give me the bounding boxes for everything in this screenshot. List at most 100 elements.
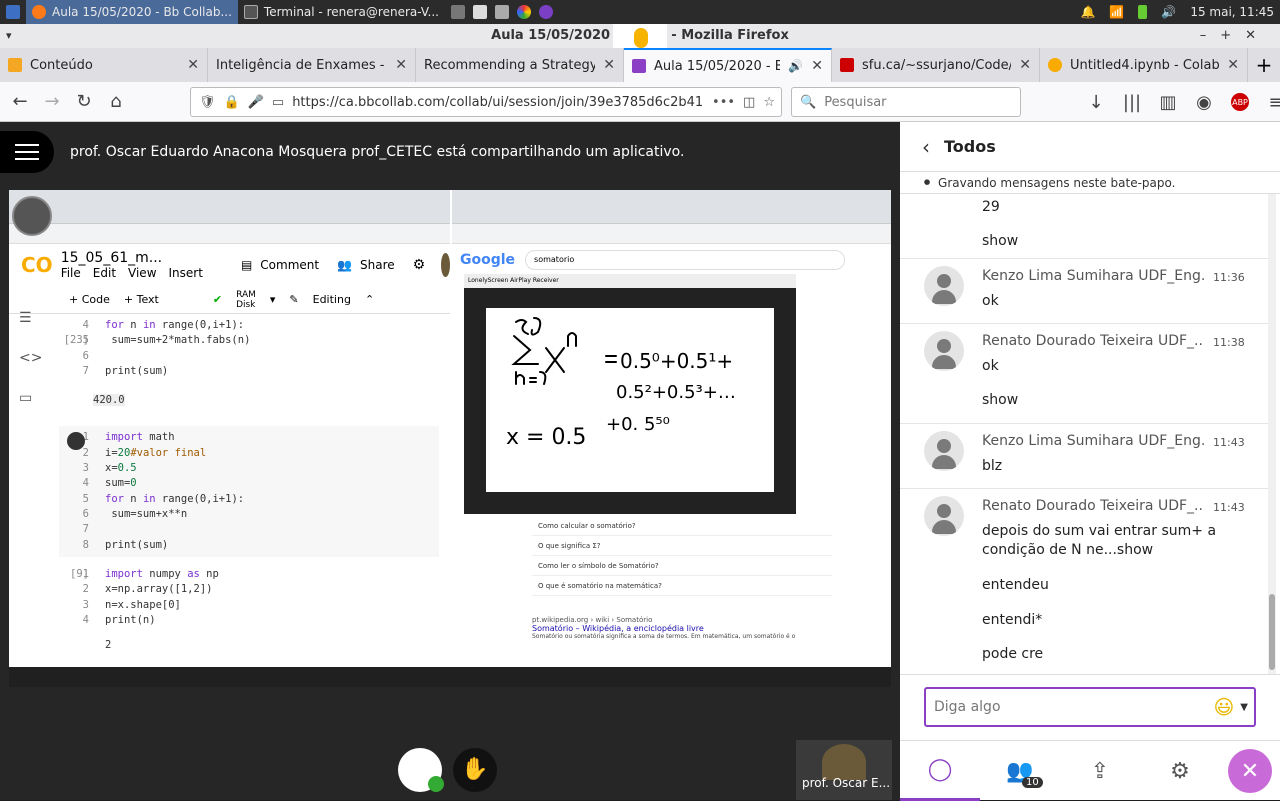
collapse-chevron-icon[interactable]: ⌃	[365, 293, 374, 306]
account-icon[interactable]: ◉	[1188, 86, 1220, 118]
question-item[interactable]: O que é somatório na matemática?	[532, 576, 832, 596]
zoom-icon[interactable]	[12, 196, 52, 236]
speaker-icon[interactable]: 🔊	[788, 59, 803, 73]
tor-icon[interactable]	[538, 5, 553, 19]
back-button[interactable]: ←	[4, 86, 36, 118]
tab-label: Recommending a Strategy - U	[424, 57, 596, 73]
tab-colab[interactable]: Untitled4.ipynb - Colabora ✕	[1040, 48, 1248, 82]
raise-hand-button[interactable]: ✋	[453, 748, 497, 792]
home-button[interactable]: ⌂	[100, 86, 132, 118]
menu-edit[interactable]: Edit	[93, 266, 116, 280]
sidebar-icon[interactable]: ▥	[1152, 86, 1184, 118]
colab-logo: CO	[21, 253, 53, 277]
close-tab-icon[interactable]: ✕	[187, 57, 199, 73]
close-tab-icon[interactable]: ✕	[1227, 57, 1239, 73]
firefox-icon	[32, 5, 46, 19]
shield-icon[interactable]: 🛡	[199, 95, 216, 110]
battery-icon[interactable]	[1138, 5, 1148, 19]
google-query[interactable]: somatorio	[534, 255, 574, 264]
run-cell-button[interactable]	[67, 432, 85, 450]
code-snippets-icon[interactable]: <>	[19, 350, 42, 366]
tab-inteligencia[interactable]: Inteligência de Enxames - Part ✕	[208, 48, 416, 82]
emoji-dropdown-icon[interactable]: ▼	[1240, 702, 1248, 713]
share-content-tab-icon[interactable]: ⇪	[1060, 741, 1140, 801]
google-search-box[interactable]: somatorio	[525, 250, 846, 270]
close-panel-button[interactable]: ✕	[1228, 749, 1272, 793]
close-tab-icon[interactable]: ✕	[603, 57, 615, 73]
question-item[interactable]: O que significa Σ?	[532, 536, 832, 556]
avatar[interactable]	[441, 253, 450, 277]
tab-sfu[interactable]: sfu.ca/~ssurjano/Code/spl ✕	[832, 48, 1040, 82]
task-terminal[interactable]: Terminal - renera@renera-V...	[238, 0, 445, 24]
close-tab-icon[interactable]: ✕	[1019, 57, 1031, 73]
window-menu-icon[interactable]: ▾	[6, 24, 12, 48]
settings-gear-icon[interactable]: ⚙	[413, 257, 426, 273]
library-icon[interactable]: |||	[1116, 86, 1148, 118]
menu-file[interactable]: File	[61, 266, 81, 280]
files-icon[interactable]: ▭	[19, 390, 42, 406]
back-chevron-icon[interactable]: ‹	[922, 135, 930, 159]
wifi-icon[interactable]: 📶	[1109, 5, 1124, 19]
lock-icon[interactable]: 🔒	[224, 95, 240, 110]
task-firefox[interactable]: Aula 15/05/2020 - Bb Collab...	[26, 0, 238, 24]
menu-insert[interactable]: Insert	[169, 266, 203, 280]
profile-avatar-button[interactable]	[398, 748, 444, 792]
comment-button[interactable]: Comment	[260, 258, 319, 272]
result-title[interactable]: Somatório – Wikipédia, a enciclopédia li…	[532, 624, 832, 633]
notification-bell-icon[interactable]: 🔔	[1080, 5, 1095, 19]
airplay-title: LonelyScreen AirPlay Receiver	[464, 274, 796, 288]
sender-name: Kenzo Lima Sumihara UDF_Eng...	[982, 268, 1204, 284]
comment-icon[interactable]: ▤	[241, 258, 252, 272]
window-controls[interactable]: –+✕	[1200, 24, 1270, 48]
presenter-video-tile[interactable]: prof. Oscar E...	[796, 740, 892, 800]
share-permission-icon[interactable]: ▭	[272, 95, 284, 110]
chat-tab-icon[interactable]: ◯	[900, 741, 980, 801]
apps-menu-button[interactable]	[0, 0, 26, 24]
hamburger-menu-icon[interactable]: ≡	[1260, 86, 1280, 118]
tab-conteudo[interactable]: Conteúdo ✕	[0, 48, 208, 82]
question-item[interactable]: Como calcular o somatório?	[532, 516, 832, 536]
chat-scrollbar[interactable]	[1268, 194, 1276, 674]
page-actions-icon[interactable]: •••	[712, 95, 735, 110]
close-tab-icon[interactable]: ✕	[395, 57, 407, 73]
folder-icon[interactable]	[472, 5, 487, 19]
mic-permission-icon[interactable]: 🎤	[248, 95, 264, 110]
close-tab-icon[interactable]: ✕	[811, 58, 823, 74]
notebook-name[interactable]: 15_05_61_m...	[61, 250, 203, 266]
result-url[interactable]: pt.wikipedia.org › wiki › Somatório	[532, 616, 832, 624]
url-bar[interactable]: 🛡 🔒 🎤 ▭ https://ca.bbcollab.com/collab/u…	[190, 87, 782, 117]
adblock-icon[interactable]: ABP	[1224, 86, 1256, 118]
reload-button[interactable]: ↻	[68, 86, 100, 118]
people-icon[interactable]: 👥	[337, 258, 352, 272]
collab-panel-tabs: ◯ 👥 10 ⇪ ⚙ ✕	[900, 740, 1280, 801]
chrome-icon[interactable]	[516, 5, 531, 19]
share-button[interactable]: Share	[360, 258, 395, 272]
editing-mode[interactable]: Editing	[313, 293, 351, 306]
forward-button[interactable]: →	[36, 86, 68, 118]
participants-tab-icon[interactable]: 👥 10	[980, 741, 1060, 801]
chat-input[interactable]: Diga algo 😃 ▼	[924, 687, 1256, 727]
tab-aula[interactable]: Aula 15/05/2020 - Bb C 🔊 ✕	[624, 48, 832, 82]
bookmark-star-icon[interactable]: ☆	[763, 95, 775, 110]
pocket-icon[interactable]: ◫	[743, 95, 755, 110]
new-tab-button[interactable]: +	[1248, 48, 1280, 82]
url-text[interactable]: https://ca.bbcollab.com/collab/ui/sessio…	[292, 95, 704, 110]
launcher-terminal-icon[interactable]	[450, 5, 465, 19]
result-snippet: Somatório ou somatória significa a soma …	[532, 633, 796, 640]
downloads-icon[interactable]: ↓	[1080, 86, 1112, 118]
resources-dropdown-icon[interactable]: ▾	[270, 293, 276, 306]
search-bar[interactable]: 🔍 Pesquisar	[791, 87, 1021, 117]
volume-icon[interactable]: 🔊	[1161, 5, 1176, 19]
code-area[interactable]: 4 for n in range(0,i+1): [23]5 sum=sum+2*…	[59, 318, 439, 654]
settings-tab-icon[interactable]: ⚙	[1140, 741, 1220, 801]
clock[interactable]: 15 mai, 11:45	[1190, 5, 1274, 19]
image-viewer-icon[interactable]	[494, 5, 509, 19]
emoji-picker-icon[interactable]: 😃	[1213, 695, 1234, 719]
add-text-button[interactable]: + Text	[124, 293, 159, 306]
menu-view[interactable]: View	[128, 266, 156, 280]
toc-icon[interactable]: ☰	[19, 310, 42, 326]
share-banner: prof. Oscar Eduardo Anacona Mosquera pro…	[0, 130, 900, 174]
tab-recommending[interactable]: Recommending a Strategy - U ✕	[416, 48, 624, 82]
add-code-button[interactable]: + Code	[69, 293, 110, 306]
question-item[interactable]: Como ler o símbolo de Somatório?	[532, 556, 832, 576]
